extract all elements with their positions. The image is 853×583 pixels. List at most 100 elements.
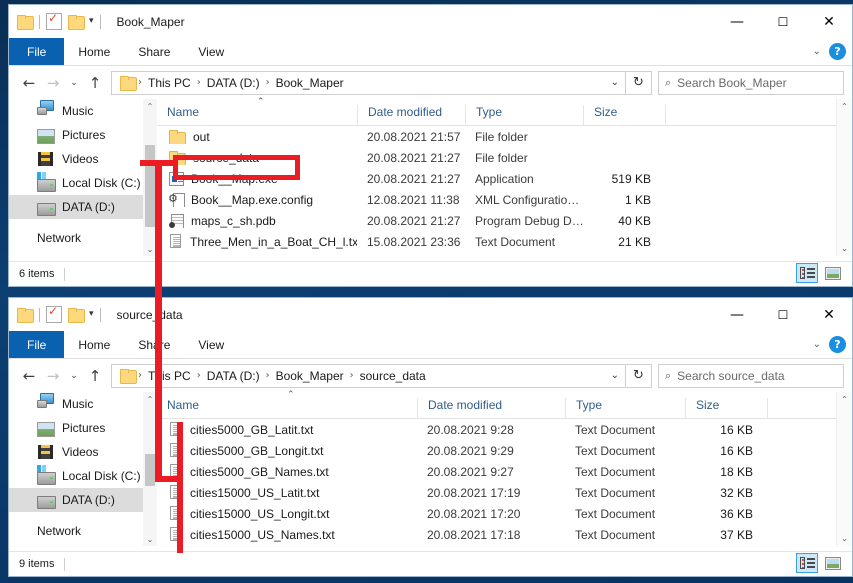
recent-locations-button[interactable]: ⌄ — [65, 364, 83, 388]
table-row[interactable]: Book__Map.exe.config 12.08.2021 11:38 XM… — [157, 189, 852, 210]
column-header-type[interactable]: Type — [465, 105, 583, 125]
close-button[interactable]: ✕ — [806, 5, 852, 38]
table-row[interactable]: cities15000_US_Latit.txt 20.08.2021 17:1… — [157, 482, 852, 503]
sidebar-scroll-thumb[interactable] — [145, 454, 155, 486]
table-row[interactable]: Three_Men_in_a_Boat_CH_l.txt 15.08.2021 … — [157, 231, 852, 252]
forward-button[interactable]: → — [41, 364, 65, 388]
file-rows: cities5000_GB_Latit.txt 20.08.2021 9:28 … — [157, 419, 852, 545]
details-view-button[interactable] — [796, 553, 818, 573]
breadcrumb-source-data[interactable]: source_data — [356, 369, 430, 383]
large-icons-view-button[interactable] — [822, 553, 844, 573]
back-button[interactable]: ← — [17, 71, 41, 95]
file-name: out — [193, 129, 210, 144]
sidebar-item-music[interactable]: Music — [9, 99, 157, 123]
breadcrumb-book-maper[interactable]: Book_Maper — [272, 369, 348, 383]
refresh-button[interactable]: ↻ — [626, 70, 652, 95]
up-button[interactable]: ↑ — [83, 364, 107, 388]
scroll-down-icon[interactable]: ⌄ — [837, 531, 852, 546]
forward-button[interactable]: → — [41, 71, 65, 95]
recent-locations-button[interactable]: ⌄ — [65, 71, 83, 95]
tab-file[interactable]: File — [9, 331, 65, 358]
search-input[interactable]: Search Book_Maper — [677, 76, 786, 90]
table-row[interactable]: maps_c_sh.pdb 20.08.2021 21:27 Program D… — [157, 210, 852, 231]
minimize-button[interactable]: — — [714, 298, 760, 331]
breadcrumb-this-pc[interactable]: This PC — [144, 369, 195, 383]
file-list-scrollbar[interactable]: ⌃ ⌄ — [836, 392, 852, 546]
sidebar-item-videos[interactable]: Videos — [9, 440, 157, 464]
column-header-type[interactable]: Type — [565, 398, 685, 418]
sidebar-item-local-disk-c[interactable]: Local Disk (C:) — [9, 464, 157, 488]
column-header-name[interactable]: ⌃ Name — [157, 97, 357, 125]
sidebar-item-videos[interactable]: Videos — [9, 147, 157, 171]
breadcrumb: › This PC › DATA (D:) › Book_Maper — [136, 76, 348, 90]
sidebar-item-pictures[interactable]: Pictures — [9, 416, 157, 440]
sidebar-item-pictures[interactable]: Pictures — [9, 123, 157, 147]
large-icons-view-button[interactable] — [822, 263, 844, 283]
maximize-button[interactable]: ☐ — [760, 5, 806, 38]
item-count: 9 items — [19, 558, 55, 570]
scroll-up-icon[interactable]: ⌃ — [837, 99, 852, 114]
breadcrumb-this-pc[interactable]: This PC — [144, 76, 195, 90]
search-box[interactable]: ⌕ Search Book_Maper — [658, 70, 844, 95]
scroll-down-icon[interactable]: ⌄ — [837, 241, 852, 256]
column-header-size[interactable]: Size — [685, 398, 767, 418]
table-row[interactable]: cities5000_GB_Longit.txt 20.08.2021 9:29… — [157, 440, 852, 461]
chevron-down-icon[interactable]: ▾ — [89, 310, 94, 319]
sidebar-item-music[interactable]: Music — [9, 392, 157, 416]
column-headers: ⌃ Name Date modified Type Size — [157, 97, 852, 126]
new-folder-icon[interactable] — [68, 15, 85, 30]
column-label: Date modified — [428, 398, 503, 412]
expand-ribbon-icon[interactable]: ⌄ — [813, 339, 821, 350]
scroll-up-icon[interactable]: ⌃ — [837, 392, 852, 407]
address-dropdown-icon[interactable]: ⌄ — [611, 370, 619, 381]
sidebar-item-network[interactable]: Network — [9, 393, 157, 543]
tab-home[interactable]: Home — [64, 38, 124, 65]
sidebar-item-data-d[interactable]: DATA (D:) — [9, 195, 157, 219]
table-row[interactable]: cities5000_GB_Latit.txt 20.08.2021 9:28 … — [157, 419, 852, 440]
tab-home[interactable]: Home — [64, 331, 124, 358]
table-row[interactable]: cities15000_US_Names.txt 20.08.2021 17:1… — [157, 524, 852, 545]
details-view-button[interactable] — [796, 263, 818, 283]
properties-icon[interactable] — [46, 304, 62, 323]
sidebar-item-local-disk-c[interactable]: Local Disk (C:) — [9, 171, 157, 195]
help-icon[interactable]: ? — [829, 43, 846, 60]
sidebar-item-label: Videos — [62, 445, 99, 459]
table-row[interactable]: cities15000_US_Longit.txt 20.08.2021 17:… — [157, 503, 852, 524]
scroll-up-icon[interactable]: ⌃ — [143, 99, 157, 113]
table-row[interactable]: out 20.08.2021 21:57 File folder — [157, 126, 852, 147]
address-dropdown-icon[interactable]: ⌄ — [611, 77, 619, 88]
up-button[interactable]: ↑ — [83, 71, 107, 95]
breadcrumb-book-maper[interactable]: Book_Maper — [272, 76, 348, 90]
tab-share[interactable]: Share — [124, 38, 184, 65]
maximize-button[interactable]: ☐ — [760, 298, 806, 331]
address-bar[interactable]: › This PC › DATA (D:) › Book_Maper ⌄ — [111, 70, 626, 95]
properties-icon[interactable] — [46, 11, 62, 30]
scroll-down-icon[interactable]: ⌄ — [143, 532, 157, 546]
search-box[interactable]: ⌕ Search source_data — [658, 363, 844, 388]
expand-ribbon-icon[interactable]: ⌄ — [813, 46, 821, 57]
new-folder-icon[interactable] — [68, 308, 85, 323]
column-header-date-modified[interactable]: Date modified — [417, 398, 565, 418]
minimize-button[interactable]: — — [714, 5, 760, 38]
column-header-name[interactable]: ⌃ Name — [157, 390, 417, 418]
address-bar[interactable]: › This PC › DATA (D:) › Book_Maper › sou… — [111, 363, 626, 388]
column-header-size[interactable]: Size — [583, 105, 665, 125]
tab-file[interactable]: File — [9, 38, 65, 65]
sidebar-scroll-thumb[interactable] — [145, 145, 155, 227]
sidebar-item-data-d[interactable]: DATA (D:) — [9, 488, 157, 512]
search-input[interactable]: Search source_data — [677, 369, 784, 383]
file-date: 12.08.2021 11:38 — [367, 192, 460, 207]
table-row[interactable]: cities5000_GB_Names.txt 20.08.2021 9:27 … — [157, 461, 852, 482]
help-icon[interactable]: ? — [829, 336, 846, 353]
back-button[interactable]: ← — [17, 364, 41, 388]
refresh-button[interactable]: ↻ — [626, 363, 652, 388]
breadcrumb-data-d[interactable]: DATA (D:) — [203, 369, 264, 383]
tab-view[interactable]: View — [184, 331, 238, 358]
sidebar-item-network[interactable]: Network — [9, 100, 157, 250]
tab-view[interactable]: View — [184, 38, 238, 65]
close-button[interactable]: ✕ — [806, 298, 852, 331]
breadcrumb-data-d[interactable]: DATA (D:) — [203, 76, 264, 90]
file-list-scrollbar[interactable]: ⌃ ⌄ — [836, 99, 852, 256]
chevron-down-icon[interactable]: ▾ — [89, 17, 94, 26]
column-header-date-modified[interactable]: Date modified — [357, 105, 465, 125]
